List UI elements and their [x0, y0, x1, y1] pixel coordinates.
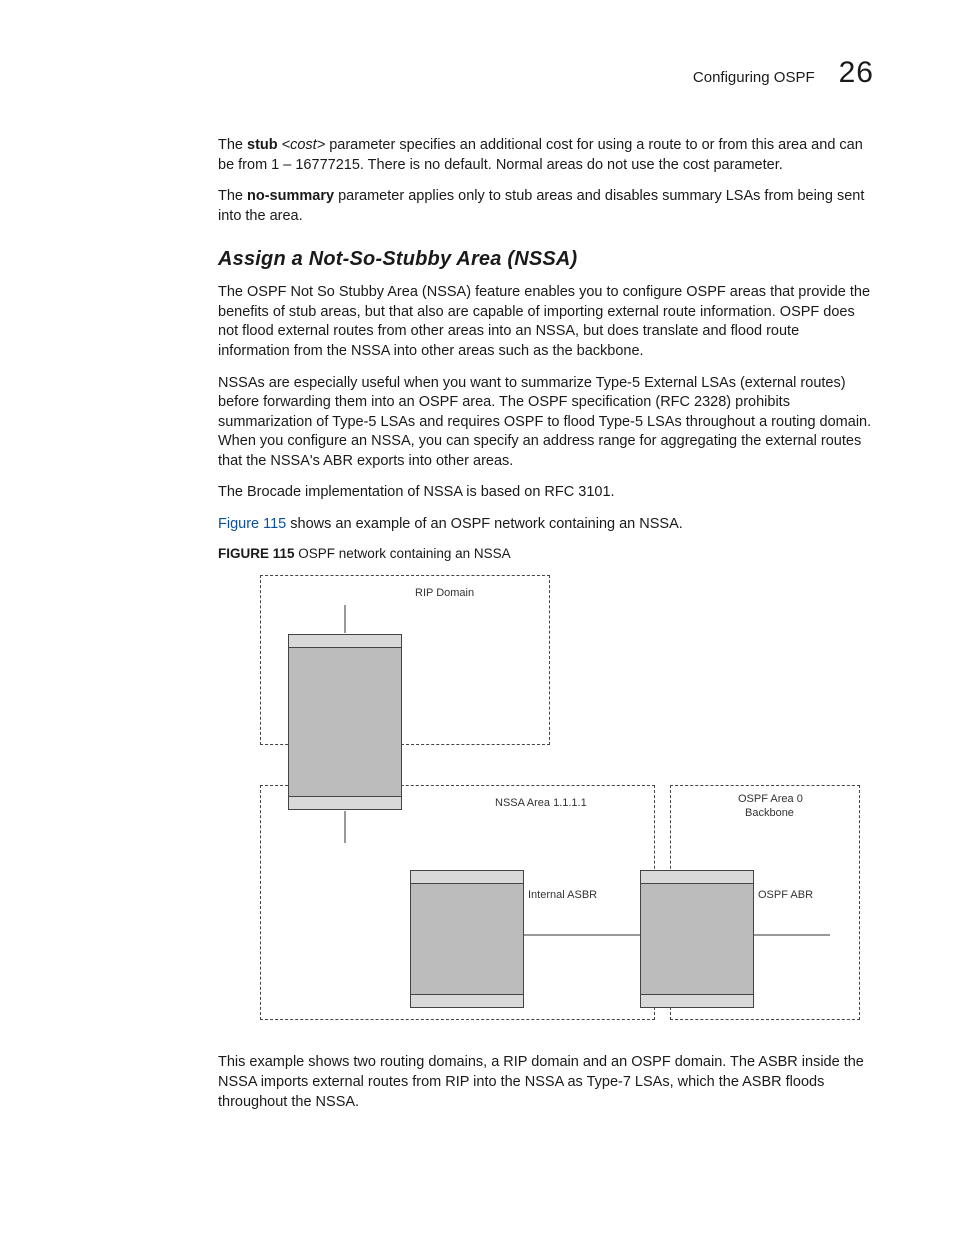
keyword-stub: stub — [247, 137, 278, 153]
text: shows an example of an OSPF network cont… — [286, 516, 683, 532]
node-internal-asbr — [410, 883, 524, 995]
nssa-area-label: NSSA Area 1.1.1.1 — [495, 797, 587, 809]
paragraph-nssa-useful: NSSAs are especially useful when you wan… — [218, 374, 874, 472]
paragraph-no-summary: The no-summary parameter applies only to… — [218, 187, 874, 226]
paragraph-rfc3101: The Brocade implementation of NSSA is ba… — [218, 483, 874, 503]
node-cap-icon — [410, 870, 524, 884]
figure-caption-text: OSPF network containing an NSSA — [295, 546, 511, 561]
paragraph-nssa-intro: The OSPF Not So Stubby Area (NSSA) featu… — [218, 283, 874, 361]
header-title: Configuring OSPF — [693, 69, 815, 86]
page-header: Configuring OSPF 26 — [218, 56, 874, 90]
node-cap-icon — [640, 994, 754, 1008]
ospf-area0-label-line1: OSPF Area 0 — [738, 793, 803, 805]
figure-link[interactable]: Figure 115 — [218, 516, 286, 532]
page: Configuring OSPF 26 The stub <cost> para… — [0, 0, 954, 1235]
node-cap-icon — [288, 796, 402, 810]
ospf-abr-label: OSPF ABR — [758, 889, 813, 901]
figure-diagram: RIP Domain NSSA Area 1.1.1.1 OSPF Area 0… — [240, 575, 860, 1035]
figure-caption: FIGURE 115 OSPF network containing an NS… — [218, 546, 874, 561]
paragraph-example-desc: This example shows two routing domains, … — [218, 1053, 874, 1112]
node-cap-icon — [288, 634, 402, 648]
figure-caption-lead: FIGURE 115 — [218, 546, 295, 561]
node-cap-icon — [640, 870, 754, 884]
keyword-no-summary: no-summary — [247, 188, 334, 204]
text: The — [218, 137, 247, 153]
param-cost: <cost> — [278, 137, 326, 153]
paragraph-stub-cost: The stub <cost> parameter specifies an a… — [218, 136, 874, 175]
rip-domain-label: RIP Domain — [415, 587, 474, 599]
paragraph-figure-ref: Figure 115 shows an example of an OSPF n… — [218, 515, 874, 535]
text: The — [218, 188, 247, 204]
section-heading-nssa: Assign a Not-So-Stubby Area (NSSA) — [218, 248, 874, 271]
internal-asbr-label: Internal ASBR — [528, 889, 597, 901]
node-cap-icon — [410, 994, 524, 1008]
node-rip-router — [288, 647, 402, 797]
chapter-number: 26 — [839, 56, 874, 90]
ospf-area0-label-line2: Backbone — [745, 807, 794, 819]
node-ospf-abr — [640, 883, 754, 995]
